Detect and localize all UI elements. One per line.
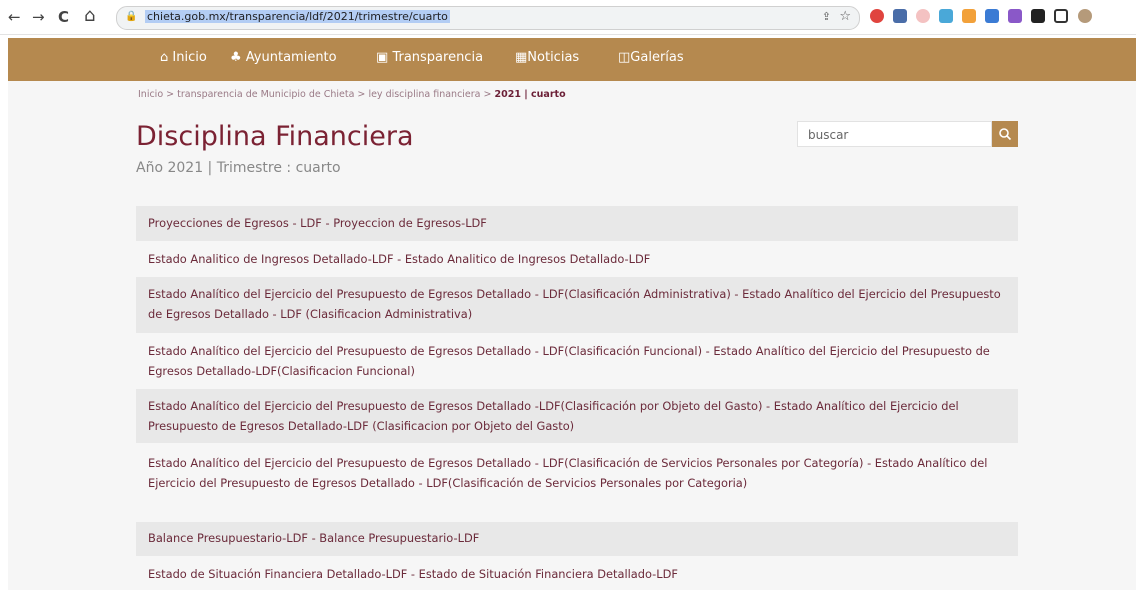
document-link[interactable]: Proyecciones de Egresos - LDF - Proyecci… xyxy=(136,206,1018,241)
back-icon[interactable]: ← xyxy=(8,8,21,26)
bookmark-star-icon[interactable]: ☆ xyxy=(839,9,851,24)
adblock-extension-icon[interactable] xyxy=(870,9,884,23)
forward-icon[interactable]: → xyxy=(32,8,45,26)
lock-icon[interactable]: 🔒 xyxy=(125,11,137,22)
breadcrumb-inicio[interactable]: Inicio > xyxy=(138,89,174,100)
news-icon: ▦ xyxy=(515,50,528,65)
gallery-icon: ◫ xyxy=(618,50,631,65)
nav-galerias[interactable]: ◫Galerías xyxy=(618,50,684,65)
document-link[interactable]: Estado Analítico del Ejercicio del Presu… xyxy=(136,277,1018,333)
extension-icon[interactable] xyxy=(893,9,907,23)
search-input[interactable] xyxy=(806,127,990,143)
nav-label: Galerías xyxy=(630,50,684,65)
url-text[interactable]: chieta.gob.mx/transparencia/ldf/2021/tri… xyxy=(145,10,450,23)
document-link[interactable]: Estado Analítico del Ejercicio del Presu… xyxy=(136,333,1018,389)
nav-label: Ayuntamiento xyxy=(245,50,337,65)
nav-label: Inicio xyxy=(172,50,207,65)
extension-icon[interactable] xyxy=(985,9,999,23)
nav-label: Transparencia xyxy=(392,50,484,65)
sidebar-icon[interactable] xyxy=(1054,9,1068,23)
home-icon: ⌂ xyxy=(160,50,169,65)
profile-avatar-icon[interactable] xyxy=(1078,9,1092,23)
document-link[interactable]: Balance Presupuestario-LDF - Balance Pre… xyxy=(136,522,1018,556)
browser-toolbar: ← → C ⌂ 🔒 chieta.gob.mx/transparencia/ld… xyxy=(0,0,1136,35)
breadcrumb: Inicio > transparencia de Municipio de C… xyxy=(138,89,566,100)
extension-icon[interactable] xyxy=(939,9,953,23)
search-icon xyxy=(999,128,1012,141)
nav-transparencia[interactable]: ▣ Transparencia xyxy=(376,50,483,65)
search-box xyxy=(797,121,992,147)
address-bar[interactable]: 🔒 chieta.gob.mx/transparencia/ldf/2021/t… xyxy=(116,6,860,30)
document-link[interactable]: Estado Analitico de Ingresos Detallado-L… xyxy=(136,241,1018,276)
search-button[interactable] xyxy=(992,121,1018,147)
nav-noticias[interactable]: ▦Noticias xyxy=(515,50,579,65)
org-icon: ♣ xyxy=(230,50,242,65)
page-subtitle: Año 2021 | Trimestre : cuarto xyxy=(136,160,341,176)
record-extension-icon[interactable] xyxy=(916,9,930,23)
nav-label: Noticias xyxy=(527,50,580,65)
nav-ayuntamiento[interactable]: ♣ Ayuntamiento xyxy=(230,50,337,65)
document-link[interactable]: Estado de Situación Financiera Detallado… xyxy=(136,556,1018,590)
nav-inicio[interactable]: ⌂ Inicio xyxy=(160,50,207,65)
share-icon[interactable]: ⇪ xyxy=(822,10,831,23)
document-icon: ▣ xyxy=(376,50,389,65)
extension-icon[interactable] xyxy=(1008,9,1022,23)
main-navbar: ⌂ Inicio ♣ Ayuntamiento ▣ Transparencia … xyxy=(8,38,1136,81)
breadcrumb-ley[interactable]: ley disciplina financiera > xyxy=(368,89,491,100)
breadcrumb-current: 2021 | cuarto xyxy=(494,89,566,100)
breadcrumb-transparencia[interactable]: transparencia de Municipio de Chieta > xyxy=(177,89,365,100)
puzzle-icon[interactable] xyxy=(1031,9,1045,23)
document-link[interactable]: Estado Analítico del Ejercicio del Presu… xyxy=(136,446,1018,521)
reload-icon[interactable]: C xyxy=(58,8,69,26)
document-link[interactable]: Estado Analítico del Ejercicio del Presu… xyxy=(136,389,1018,443)
home-icon[interactable]: ⌂ xyxy=(84,5,95,26)
extension-icon[interactable] xyxy=(962,9,976,23)
page-title: Disciplina Financiera xyxy=(136,121,414,152)
